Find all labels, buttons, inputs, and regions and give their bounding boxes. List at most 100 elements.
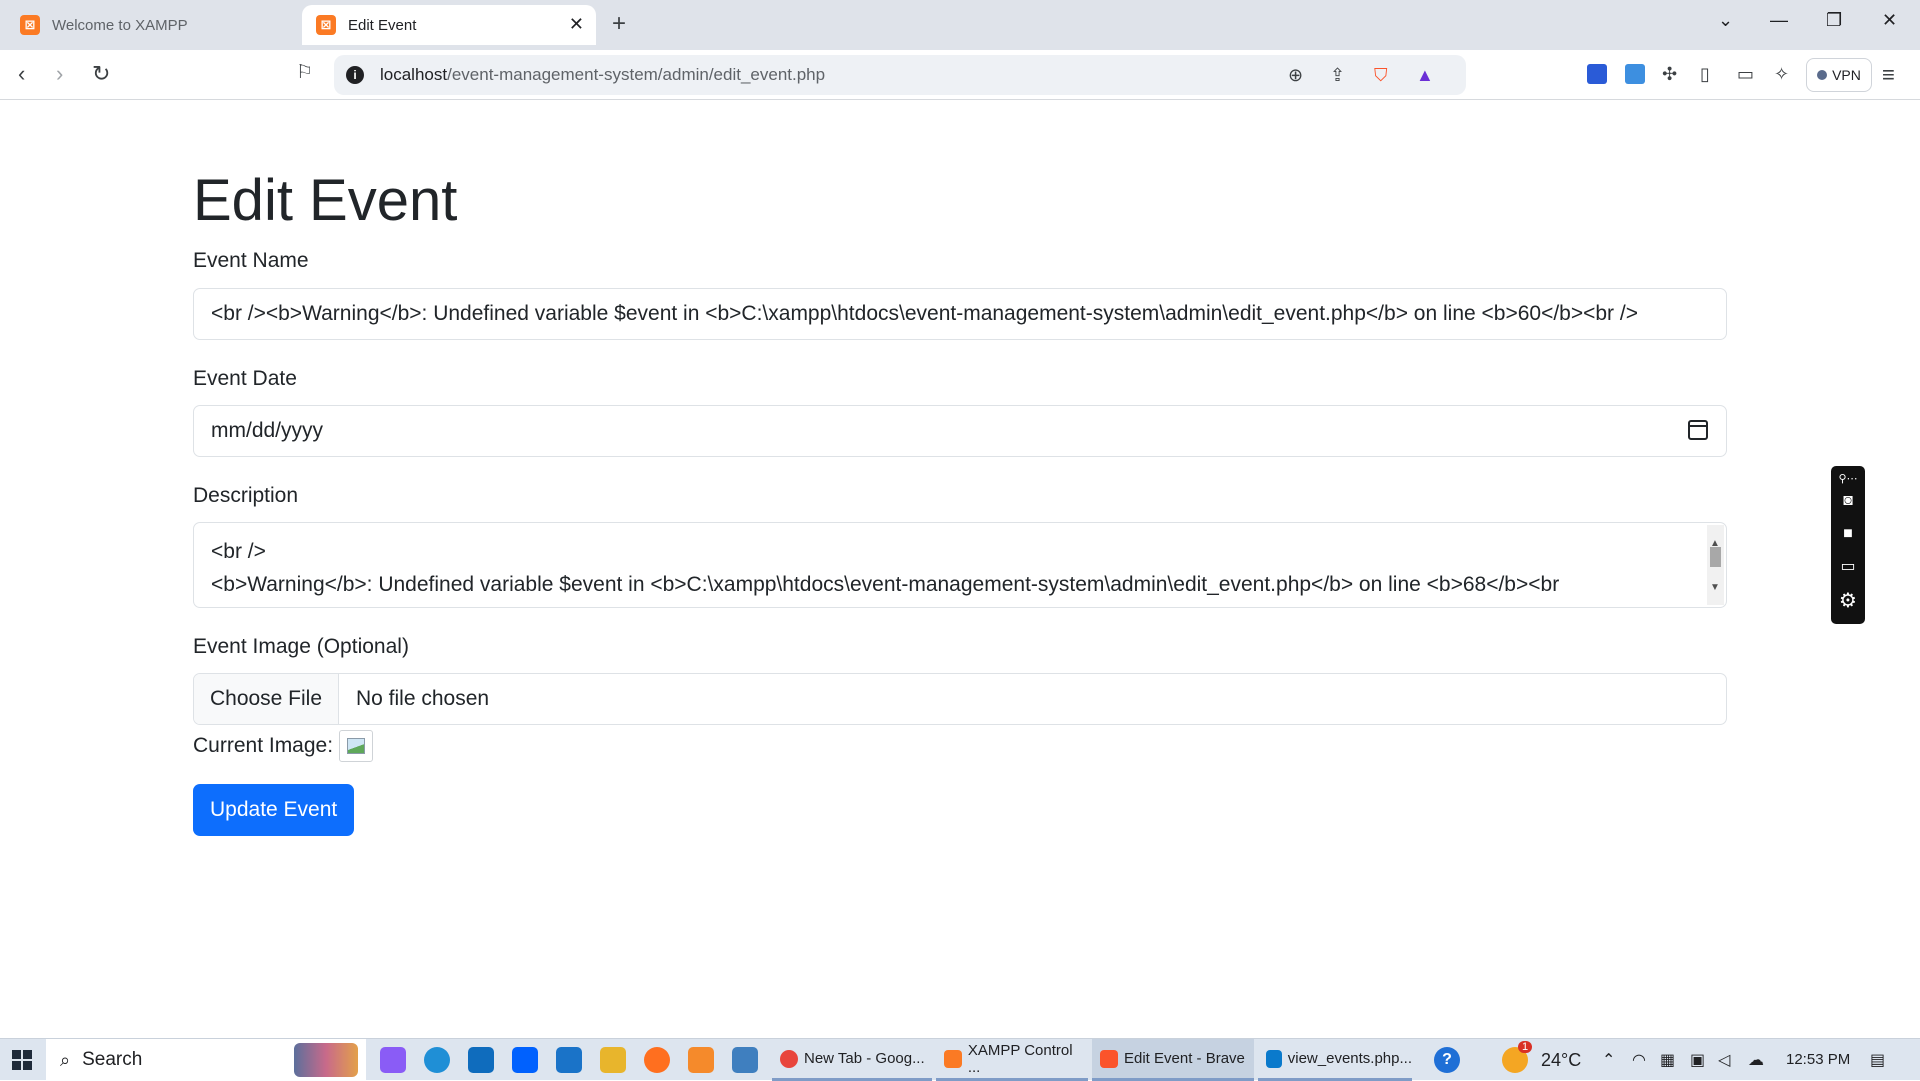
dropbox-icon[interactable] xyxy=(512,1047,538,1073)
volume-icon[interactable]: ◁ xyxy=(1718,1050,1730,1070)
current-image-label: Current Image: xyxy=(193,734,334,757)
wallet-icon[interactable]: ▭ xyxy=(1737,64,1754,85)
vpn-button[interactable]: VPN xyxy=(1806,58,1872,92)
taskbar-window-label: New Tab - Goog... xyxy=(804,1050,925,1067)
extensions-puzzle-icon[interactable]: ✣ xyxy=(1662,64,1677,85)
taskbar-window-xampp[interactable]: XAMPP Control ... xyxy=(936,1039,1088,1081)
chrome-icon xyxy=(780,1049,798,1068)
onedrive-cloud-icon[interactable]: ☁ xyxy=(1748,1050,1764,1070)
hamburger-menu-icon[interactable]: ≡ xyxy=(1882,62,1895,88)
meet-icon[interactable]: ▣ xyxy=(1690,1050,1705,1070)
copilot-icon[interactable] xyxy=(380,1047,406,1073)
tab-label: Edit Event xyxy=(348,16,417,34)
event-name-value: <br /><b>Warning</b>: Undefined variable… xyxy=(211,302,1638,325)
clock-text[interactable]: 12:53 PM xyxy=(1786,1051,1850,1068)
taskbar-window-brave[interactable]: Edit Event - Brave xyxy=(1092,1039,1254,1081)
file-explorer-icon[interactable] xyxy=(600,1047,626,1073)
taskbar-search-box[interactable]: ⌕ Search xyxy=(46,1039,366,1081)
event-name-input[interactable]: <br /><b>Warning</b>: Undefined variable… xyxy=(193,288,1727,340)
settings-gear-icon[interactable]: ⚙ xyxy=(1838,591,1858,611)
sidebar-icon[interactable]: ▯ xyxy=(1700,64,1710,85)
leo-ai-icon[interactable]: ✧ xyxy=(1774,64,1789,85)
bookmark-icon[interactable]: ⚐ xyxy=(296,61,313,84)
video-camera-icon[interactable]: ■ xyxy=(1838,525,1858,543)
description-textarea[interactable]: <br /> <b>Warning</b>: Undefined variabl… xyxy=(193,522,1727,608)
tab-search-chevron-icon[interactable]: ⌄ xyxy=(1718,10,1733,31)
xampp-icon: ⊠ xyxy=(316,15,336,35)
edge-icon[interactable] xyxy=(424,1047,450,1073)
search-highlight-image xyxy=(294,1043,358,1077)
taskbar-window-label: XAMPP Control ... xyxy=(967,1041,1073,1076)
extension-screenshot-icon[interactable] xyxy=(1625,64,1645,84)
forward-icon[interactable]: › xyxy=(56,61,63,87)
browser-toolbar: ‹ › ↻ ⚐ i localhost /event-management-sy… xyxy=(0,50,1920,100)
vscode-icon xyxy=(1266,1049,1282,1068)
notifications-icon[interactable]: ▤ xyxy=(1870,1050,1885,1070)
scroll-down-icon[interactable]: ▼ xyxy=(1710,571,1720,604)
vpn-label: VPN xyxy=(1832,67,1861,83)
tab-strip: ⊠ Welcome to XAMPP ⊠ Edit Event ✕ + ⌄ — … xyxy=(0,0,1920,50)
tab-welcome-xampp[interactable]: ⊠ Welcome to XAMPP xyxy=(6,5,296,45)
store-icon[interactable] xyxy=(556,1047,582,1073)
update-event-button[interactable]: Update Event xyxy=(193,784,355,836)
xampp-icon: ⊠ xyxy=(20,15,40,35)
page-title: Edit Event xyxy=(193,168,458,233)
search-icon: ⌕ xyxy=(60,1049,71,1070)
scrollbar-thumb[interactable] xyxy=(1710,547,1721,567)
description-line: <br /> xyxy=(211,540,266,563)
share-icon[interactable]: ⇪ xyxy=(1330,65,1345,86)
taskbar-window-vscode[interactable]: view_events.php... xyxy=(1258,1039,1412,1081)
close-tab-icon[interactable]: ✕ xyxy=(569,14,584,35)
description-label: Description xyxy=(193,484,299,507)
extension-reader-icon[interactable] xyxy=(1587,64,1607,84)
app-tray-icon[interactable]: ▦ xyxy=(1660,1050,1675,1070)
url-host: localhost xyxy=(380,65,448,84)
sublime-icon[interactable] xyxy=(688,1047,714,1073)
screen-capture-widget: ⚲⋯ ◙ ■ ▭ ⚙ xyxy=(1831,466,1865,624)
taskbar-search-label: Search xyxy=(82,1049,143,1070)
tray-overflow-chevron-icon[interactable]: ⌃ xyxy=(1602,1050,1615,1070)
notepad-icon[interactable] xyxy=(732,1047,758,1073)
widget-pin-icon[interactable]: ⚲⋯ xyxy=(1838,470,1858,488)
event-date-label: Event Date xyxy=(193,367,297,390)
brave-rewards-icon[interactable]: ▲ xyxy=(1416,65,1434,86)
taskbar-window-chrome[interactable]: New Tab - Goog... xyxy=(772,1039,932,1081)
taskbar-window-label: view_events.php... xyxy=(1287,1050,1412,1067)
new-tab-button[interactable]: + xyxy=(612,10,626,38)
minimize-icon[interactable]: — xyxy=(1770,10,1788,31)
weather-badge: 1 xyxy=(1518,1041,1533,1053)
outlook-icon[interactable] xyxy=(468,1047,494,1073)
restore-icon[interactable]: ❐ xyxy=(1826,10,1842,31)
taskbar-window-label: Edit Event - Brave xyxy=(1124,1050,1245,1067)
firefox-icon[interactable] xyxy=(644,1047,670,1073)
window-capture-icon[interactable]: ▭ xyxy=(1838,558,1858,576)
event-date-placeholder: mm/dd/yyyy xyxy=(211,419,324,442)
window-close-icon[interactable]: ✕ xyxy=(1882,10,1897,31)
temperature-text[interactable]: 24°C xyxy=(1541,1050,1581,1071)
file-status-text: No file chosen xyxy=(356,687,490,710)
brave-shields-icon[interactable]: ⛉ xyxy=(1374,65,1388,86)
wifi-icon[interactable]: ◠ xyxy=(1632,1050,1646,1070)
event-image-label: Event Image (Optional) xyxy=(193,635,409,658)
xampp-icon xyxy=(944,1049,962,1068)
back-icon[interactable]: ‹ xyxy=(18,61,25,87)
address-bar[interactable]: i localhost /event-management-system/adm… xyxy=(334,55,1466,95)
calendar-icon[interactable] xyxy=(1688,420,1708,440)
broken-image-icon xyxy=(339,730,374,762)
vpn-status-dot xyxy=(1817,70,1828,80)
help-icon[interactable]: ? xyxy=(1434,1047,1460,1073)
current-image-row: Current Image: xyxy=(193,728,374,764)
brave-icon xyxy=(1100,1049,1118,1068)
tab-edit-event[interactable]: ⊠ Edit Event ✕ xyxy=(302,5,596,45)
windows-start-icon[interactable] xyxy=(12,1050,32,1070)
event-date-input[interactable]: mm/dd/yyyy xyxy=(193,405,1727,457)
textarea-scrollbar[interactable]: ▲ ▼ xyxy=(1707,525,1724,605)
zoom-icon[interactable]: ⊕ xyxy=(1288,65,1303,86)
windows-taskbar: ⌕ Search New Tab - Goog... XAMPP Control… xyxy=(0,1038,1920,1081)
choose-file-button[interactable]: Choose File xyxy=(194,674,339,724)
event-image-file-input[interactable]: Choose File No file chosen xyxy=(193,673,1727,725)
site-info-icon[interactable]: i xyxy=(346,66,364,84)
camera-icon[interactable]: ◙ xyxy=(1838,492,1858,510)
reload-icon[interactable]: ↻ xyxy=(92,61,110,87)
event-name-label: Event Name xyxy=(193,249,309,272)
